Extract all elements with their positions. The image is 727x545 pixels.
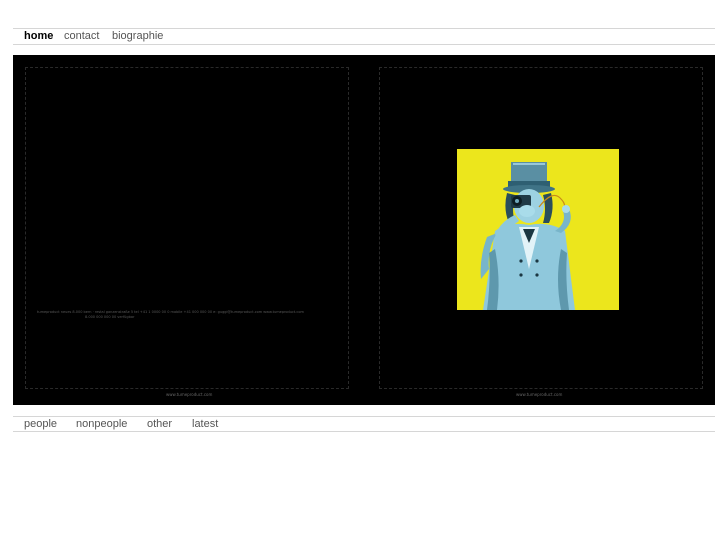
address-line-2: 8.000 000 000 00 verfügbar: [85, 315, 135, 319]
portrait-illustration: [457, 149, 619, 310]
right-card-website[interactable]: www.tumeproduct.com: [516, 392, 562, 397]
nav-home-link[interactable]: home: [24, 29, 53, 44]
jacket-button: [535, 259, 539, 263]
hand-on-camera: [519, 205, 535, 217]
camera-lens-glint: [515, 199, 519, 203]
nav-people-link[interactable]: people: [24, 417, 57, 432]
nav-biographie-link[interactable]: biographie: [112, 29, 163, 44]
bottom-navigation: people nonpeople other latest: [13, 416, 715, 432]
nav-other-link[interactable]: other: [147, 417, 172, 432]
top-hat-highlight: [513, 163, 545, 165]
jacket-button: [519, 273, 523, 277]
nav-latest-link[interactable]: latest: [192, 417, 218, 432]
top-navigation: home contact biographie: [13, 28, 715, 45]
nav-contact-link[interactable]: contact: [64, 29, 99, 44]
portfolio-stage: tumeproduct neues 8.000 bern · restal ga…: [13, 55, 715, 405]
left-card-panel: tumeproduct neues 8.000 bern · restal ga…: [25, 67, 349, 397]
address-line-1: tumeproduct neues 8.000 bern · restal ga…: [37, 310, 304, 314]
nav-nonpeople-link[interactable]: nonpeople: [76, 417, 127, 432]
left-card-website[interactable]: www.tumeproduct.com: [166, 392, 212, 397]
jacket-button: [535, 273, 539, 277]
top-hat-portrait-image[interactable]: [457, 149, 619, 310]
right-hand: [562, 205, 570, 213]
jacket-button: [519, 259, 523, 263]
